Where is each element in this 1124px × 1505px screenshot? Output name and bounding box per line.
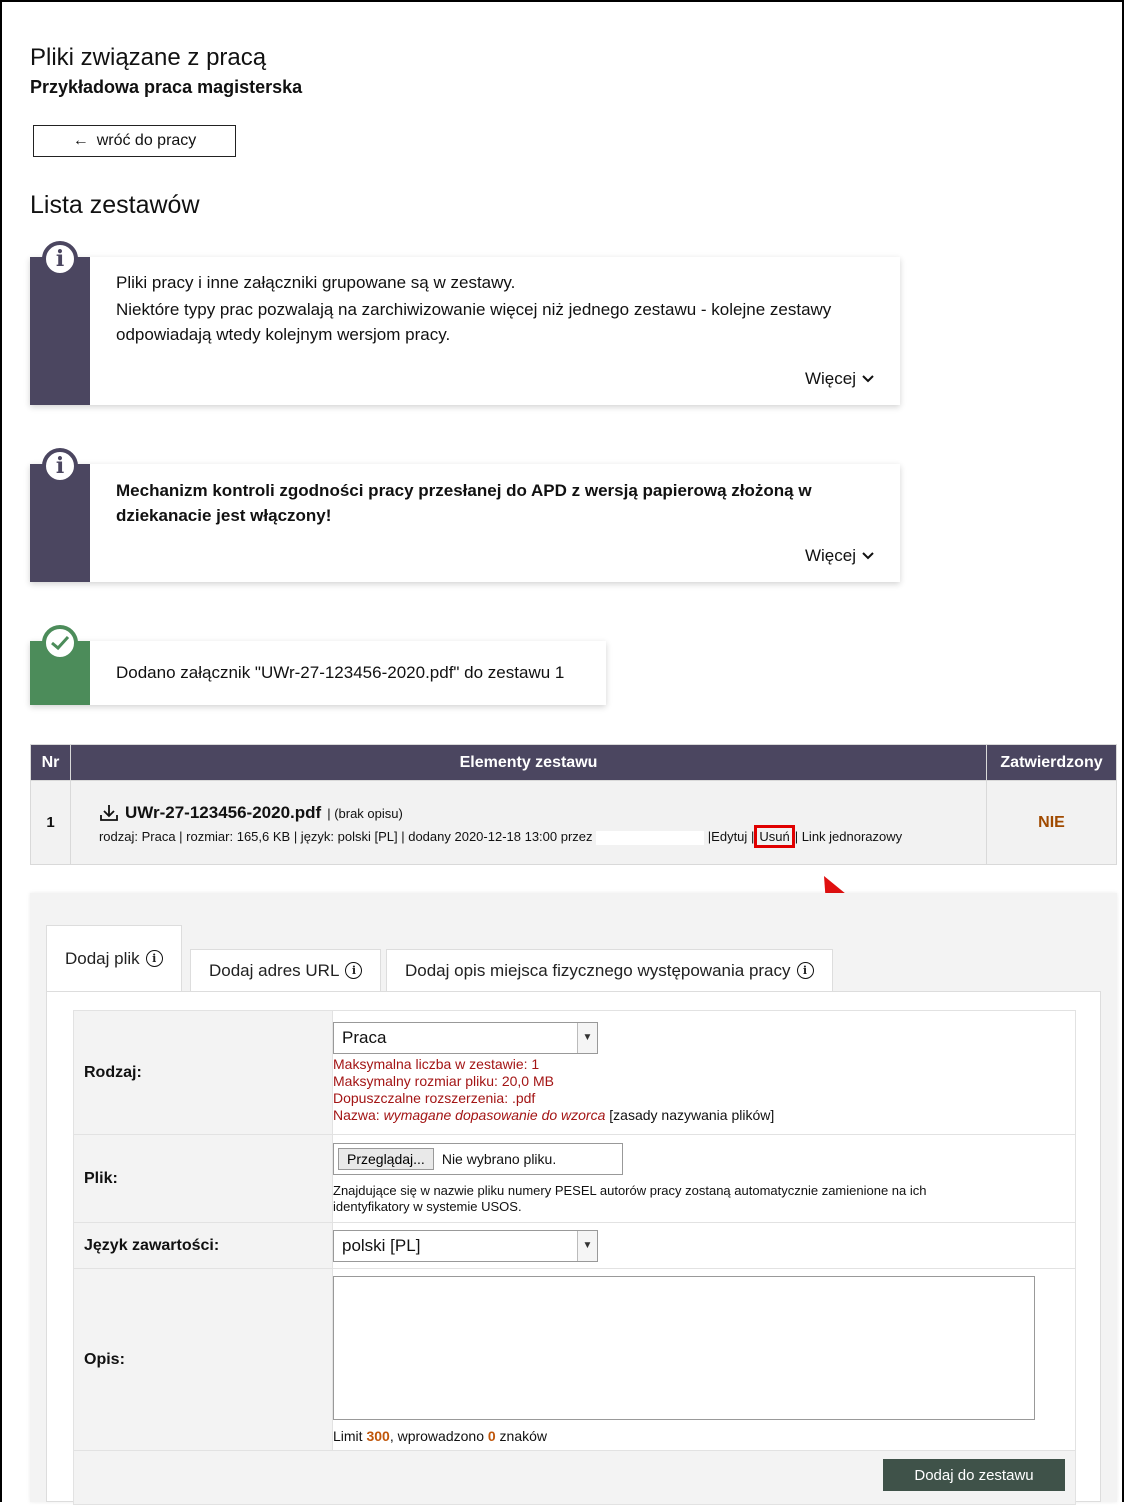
info-icon[interactable]: i <box>345 962 363 979</box>
add-item-panel: Dodaj plik i Dodaj adres URL i Dodaj opi… <box>30 893 1117 1505</box>
add-to-set-button[interactable]: Dodaj do zestawu <box>883 1459 1065 1491</box>
language-label: Język zawartości: <box>73 1222 333 1269</box>
pesel-note: Znajdujące się w nazwie pliku numery PES… <box>333 1182 927 1214</box>
tab-add-url[interactable]: Dodaj adres URL i <box>190 949 382 991</box>
name-rule-prefix: Nazwa: <box>333 1106 384 1123</box>
language-select-value: polski [PL] <box>342 1235 421 1255</box>
add-file-form: Rodzaj: Praca ▼ Maksymalna liczba w zest… <box>46 991 1101 1505</box>
file-label: Plik: <box>73 1134 333 1223</box>
name-rule: wymagane dopasowanie do wzorca <box>383 1106 606 1123</box>
type-select-value: Praca <box>342 1027 387 1047</box>
char-limit: Limit 300, wprowadzono 0 znaków <box>333 1428 1075 1444</box>
limit-prefix: Limit <box>333 1427 367 1444</box>
limit-mid: , wprowadzono <box>389 1427 488 1444</box>
tab-add-physical-location[interactable]: Dodaj opis miejsca fizycznego występowan… <box>386 949 833 991</box>
tab-label: Dodaj opis miejsca fizycznego występowan… <box>405 960 791 980</box>
description-textarea[interactable] <box>333 1275 1035 1420</box>
language-select[interactable]: polski [PL] ▼ <box>333 1229 598 1262</box>
info-icon[interactable]: i <box>145 950 163 967</box>
limit-value: 300 <box>366 1427 390 1444</box>
type-label: Rodzaj: <box>73 1010 333 1135</box>
tab-add-file[interactable]: Dodaj plik i <box>46 925 182 991</box>
description-label: Opis: <box>73 1268 333 1451</box>
chevron-down-icon: ▼ <box>577 1230 597 1261</box>
form-table: Rodzaj: Praca ▼ Maksymalna liczba w zest… <box>73 1010 1076 1505</box>
type-select[interactable]: Praca ▼ <box>333 1021 598 1054</box>
limit-suffix: znaków <box>495 1427 548 1444</box>
browse-button[interactable]: Przeglądaj... <box>338 1147 434 1170</box>
tab-label: Dodaj plik <box>65 948 140 968</box>
no-file-text: Nie wybrano pliku. <box>441 1150 557 1167</box>
char-count: 0 <box>487 1427 496 1444</box>
naming-rules-link[interactable]: [zasady nazywania plików] <box>609 1107 774 1123</box>
max-count-info: Maksymalna liczba w zestawie: 1 <box>333 1055 540 1072</box>
file-input[interactable]: Przeglądaj... Nie wybrano pliku. <box>333 1142 623 1175</box>
max-size-info: Maksymalny rozmiar pliku: 20,0 MB <box>333 1072 554 1089</box>
info-icon[interactable]: i <box>796 962 814 979</box>
extensions-info: Dopuszczalne rozszerzenia: .pdf <box>333 1089 536 1106</box>
chevron-down-icon: ▼ <box>577 1022 597 1053</box>
tab-label: Dodaj adres URL <box>209 960 340 980</box>
